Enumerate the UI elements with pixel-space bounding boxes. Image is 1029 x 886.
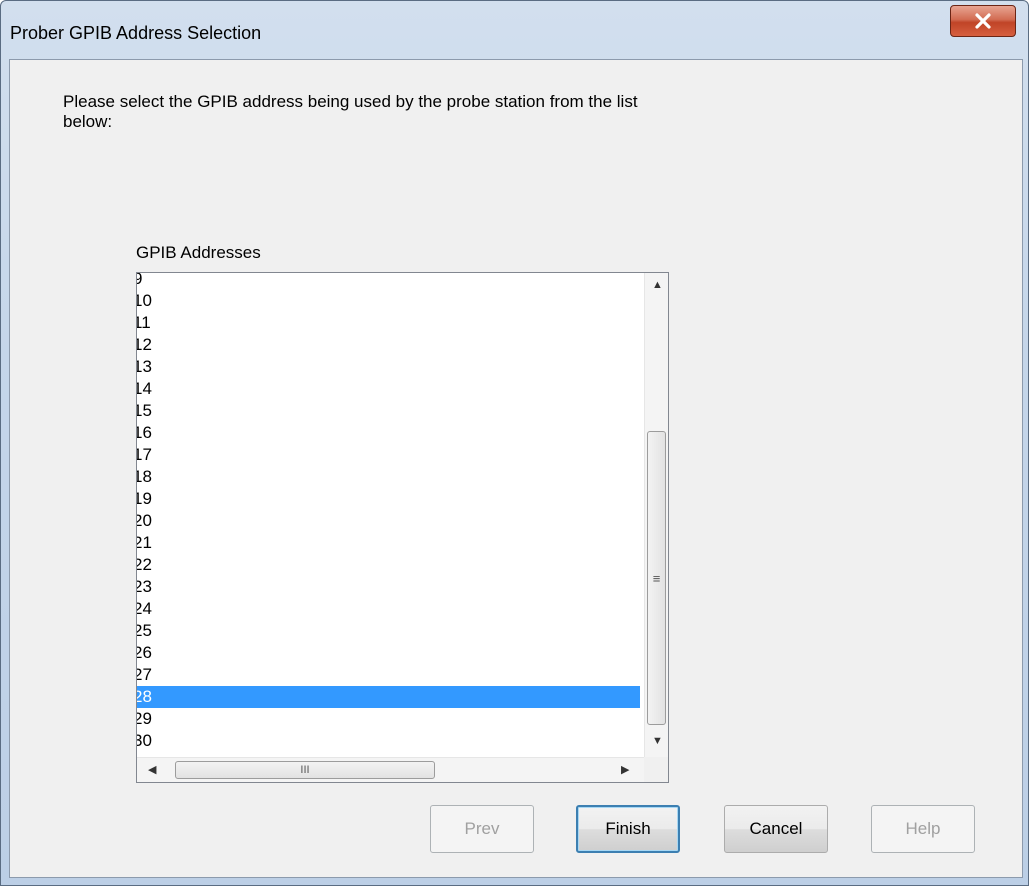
finish-button[interactable]: Finish: [576, 805, 680, 853]
gpib-list-label: GPIB Addresses: [136, 243, 261, 262]
list-item[interactable]: 24: [137, 598, 640, 620]
list-item[interactable]: 30: [137, 730, 640, 752]
list-item-label: 10: [137, 291, 152, 310]
list-item[interactable]: 16: [137, 422, 640, 444]
title-bar[interactable]: Prober GPIB Address Selection: [1, 1, 1028, 59]
window-title: Prober GPIB Address Selection: [10, 23, 262, 43]
list-item-label: 18: [137, 467, 152, 486]
list-item-label: 28: [137, 687, 152, 706]
list-item-label: 23: [137, 577, 152, 596]
horizontal-scroll-thumb[interactable]: III: [175, 761, 435, 779]
list-item[interactable]: 27: [137, 664, 640, 686]
list-item-label: 29: [137, 709, 152, 728]
list-item-label: 26: [137, 643, 152, 662]
list-item-label: 21: [137, 533, 152, 552]
grip-icon: III: [300, 764, 310, 776]
list-item[interactable]: 9: [137, 273, 640, 290]
list-item-label: 22: [137, 555, 152, 574]
list-item-label: 16: [137, 423, 152, 442]
grip-icon: ≡: [652, 570, 661, 586]
list-item-label: 13: [137, 357, 152, 376]
scroll-left-arrow-icon[interactable]: ◀: [148, 763, 156, 776]
list-item[interactable]: 11: [137, 312, 640, 334]
cancel-button[interactable]: Cancel: [724, 805, 828, 853]
horizontal-scrollbar[interactable]: ◀ III ▶: [137, 757, 644, 782]
list-item[interactable]: 15: [137, 400, 640, 422]
list-item[interactable]: 21: [137, 532, 640, 554]
list-item-label: 24: [137, 599, 152, 618]
list-item-label: 11: [137, 313, 151, 332]
list-item-label: 20: [137, 511, 152, 530]
list-item[interactable]: 19: [137, 488, 640, 510]
list-item[interactable]: 14: [137, 378, 640, 400]
list-item-label: 14: [137, 379, 152, 398]
scroll-down-arrow-icon[interactable]: ▼: [652, 735, 663, 747]
help-button[interactable]: Help: [871, 805, 975, 853]
list-item-label: 30: [137, 731, 152, 750]
list-item[interactable]: 12: [137, 334, 640, 356]
list-item-label: 27: [137, 665, 152, 684]
scrollbar-corner: [644, 757, 668, 782]
close-button[interactable]: [950, 5, 1016, 37]
list-item[interactable]: 25: [137, 620, 640, 642]
gpib-address-listbox[interactable]: 9 10 11 12 13 14 15 16 17 18 19 20 21 22 23 24 25 26 27 28 2…: [136, 272, 669, 783]
list-item[interactable]: 28: [137, 686, 640, 708]
scroll-up-arrow-icon[interactable]: ▲: [652, 279, 663, 291]
vertical-scrollbar[interactable]: ▲ ≡ ▼: [644, 273, 668, 757]
list-item[interactable]: 20: [137, 510, 640, 532]
vertical-scroll-thumb[interactable]: ≡: [647, 431, 666, 725]
list-item[interactable]: 10: [137, 290, 640, 312]
instruction-text: Please select the GPIB address being use…: [63, 92, 638, 131]
list-item-label: 12: [137, 335, 152, 354]
list-item[interactable]: 13: [137, 356, 640, 378]
close-icon: [975, 13, 991, 29]
list-item[interactable]: 26: [137, 642, 640, 664]
list-item-label: 19: [137, 489, 152, 508]
list-item[interactable]: 23: [137, 576, 640, 598]
list-item-label: 25: [137, 621, 152, 640]
list-item[interactable]: 29: [137, 708, 640, 730]
list-item[interactable]: 22: [137, 554, 640, 576]
scroll-right-arrow-icon[interactable]: ▶: [621, 763, 629, 776]
list-item[interactable]: 18: [137, 466, 640, 488]
list-item-label: 9: [137, 273, 142, 288]
list-item-label: 15: [137, 401, 152, 420]
dialog-window: Prober GPIB Address Selection Please sel…: [0, 0, 1029, 886]
listbox-items: 9 10 11 12 13 14 15 16 17 18 19 20 21 22 23 24 25 26 27 28 2…: [137, 273, 640, 757]
list-item-label: 17: [137, 445, 152, 464]
list-item[interactable]: 17: [137, 444, 640, 466]
prev-button[interactable]: Prev: [430, 805, 534, 853]
dialog-body: Please select the GPIB address being use…: [9, 59, 1023, 878]
